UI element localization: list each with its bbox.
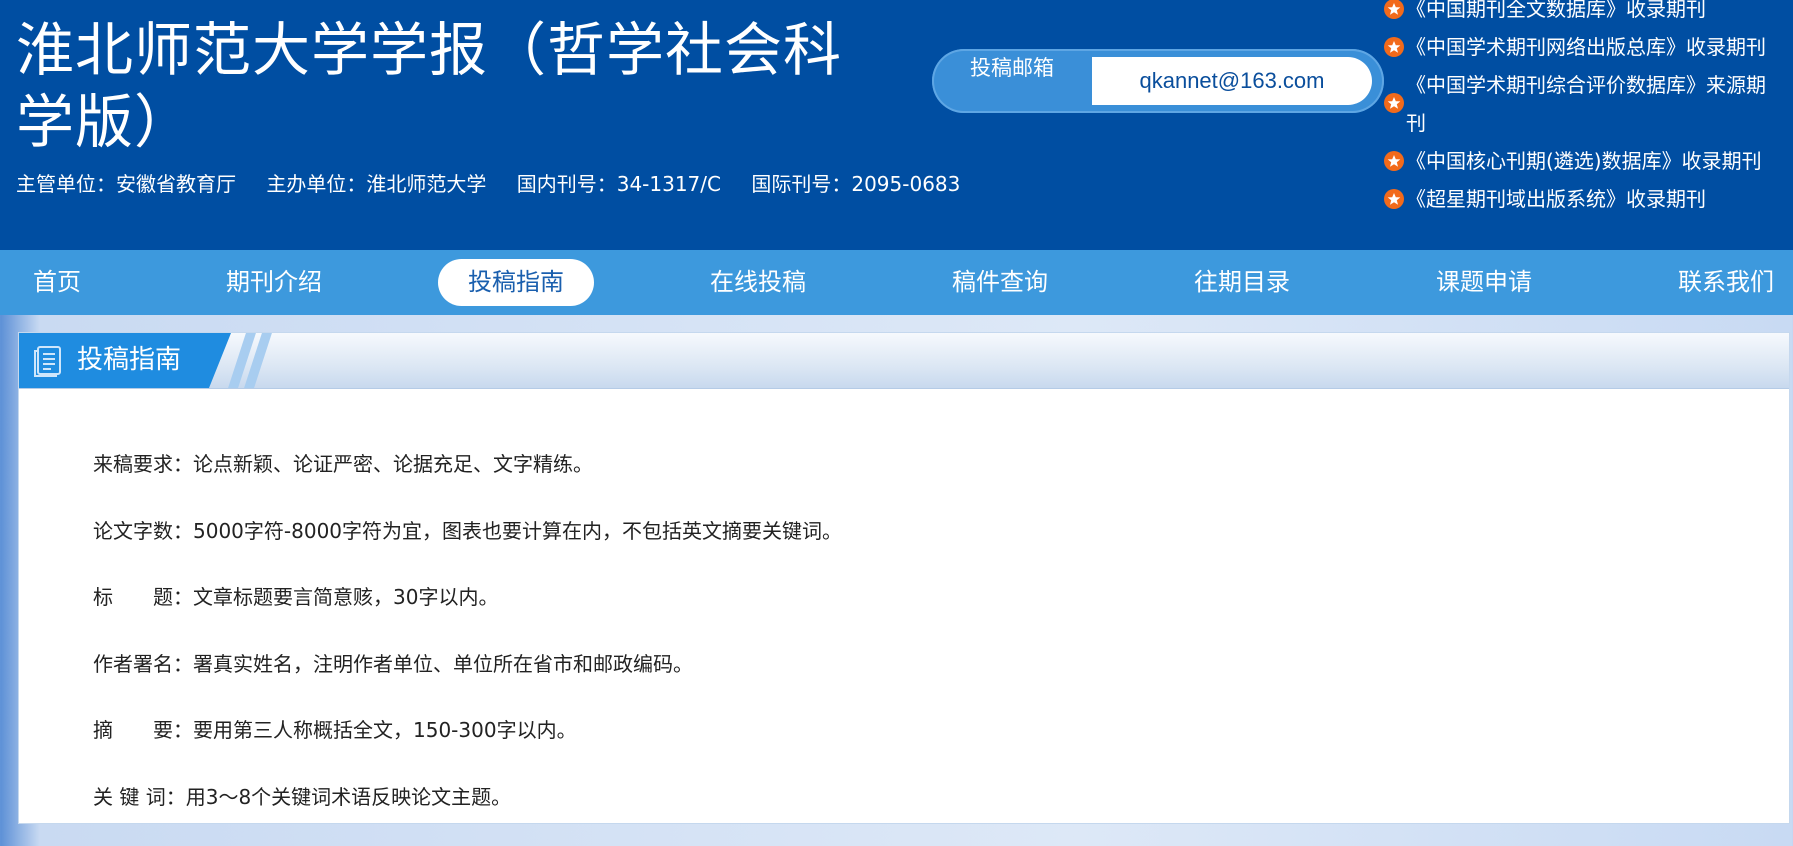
index-list: 《中国期刊全文数据库》收录期刊 《中国学术期刊网络出版总库》收录期刊 《中国学术… [1384, 0, 1784, 218]
index-item-label: 《中国期刊全文数据库》收录期刊 [1406, 0, 1706, 21]
guide-item-text: 用3～8个关键词术语反映论文主题。 [186, 785, 511, 809]
guide-item-label: 来稿要求： [93, 447, 193, 481]
star-icon [1384, 0, 1404, 19]
guide-item: 来稿要求：论点新颖、论证严密、论据充足、文字精练。 [93, 447, 842, 514]
panel-header: 投稿指南 [19, 333, 1789, 389]
star-icon [1384, 93, 1404, 113]
submit-email-address[interactable]: qkannet@163.com [1092, 57, 1372, 105]
index-item-label: 《中国核心刊期(遴选)数据库》收录期刊 [1406, 149, 1762, 173]
guide-item-label: 作者署名： [93, 647, 193, 681]
guide-item-text: 署真实姓名，注明作者单位、单位所在省市和邮政编码。 [193, 652, 693, 676]
meta-issn: 国际刊号：2095-0683 [751, 172, 960, 196]
guide-item: 作者署名：署真实姓名，注明作者单位、单位所在省市和邮政编码。 [93, 647, 842, 714]
document-icon [33, 345, 63, 377]
nav-item-submit[interactable]: 在线投稿 [702, 259, 814, 306]
index-item-label: 《中国学术期刊网络出版总库》收录期刊 [1406, 35, 1766, 59]
guide-item-label: 关 键 词： [93, 780, 186, 814]
site-header: 淮北师范大学学报（哲学社会科学版） 主管单位：安徽省教育厅 主办单位：淮北师范大… [0, 0, 1793, 250]
nav-item-archive[interactable]: 往期目录 [1186, 259, 1298, 306]
guide-item: 摘 要：要用第三人称概括全文，150-300字以内。 [93, 713, 842, 780]
meta-supervisor: 主管单位：安徽省教育厅 [16, 172, 236, 196]
index-item: 《超星期刊域出版系统》收录期刊 [1384, 180, 1784, 218]
meta-sponsor: 主办单位：淮北师范大学 [266, 172, 486, 196]
panel-tab: 投稿指南 [19, 333, 209, 388]
star-icon [1384, 151, 1404, 171]
guide-item: 关 键 词：用3～8个关键词术语反映论文主题。 [93, 780, 842, 846]
nav-item-contact[interactable]: 联系我们 [1670, 259, 1782, 306]
guide-item-label: 摘 要： [93, 713, 193, 747]
index-item: 《中国学术期刊网络出版总库》收录期刊 [1384, 28, 1784, 66]
nav-item-project[interactable]: 课题申请 [1428, 259, 1540, 306]
guide-item: 论文字数：5000字符-8000字符为宜，图表也要计算在内，不包括英文摘要关键词… [93, 514, 842, 581]
index-item: 《中国期刊全文数据库》收录期刊 [1384, 0, 1784, 28]
nav-item-home[interactable]: 首页 [24, 259, 90, 306]
guide-item-label: 论文字数： [93, 514, 193, 548]
index-item: 《中国核心刊期(遴选)数据库》收录期刊 [1384, 142, 1784, 180]
submit-email-label: 投稿邮箱 [970, 55, 1060, 82]
panel-title: 投稿指南 [77, 333, 181, 388]
nav-item-about[interactable]: 期刊介绍 [218, 259, 330, 306]
guide-panel: 投稿指南 来稿要求：论点新颖、论证严密、论据充足、文字精练。 论文字数：5000… [18, 332, 1790, 824]
site-meta: 主管单位：安徽省教育厅 主办单位：淮北师范大学 国内刊号：34-1317/C 国… [16, 168, 984, 197]
star-icon [1384, 37, 1404, 57]
index-item-label: 《超星期刊域出版系统》收录期刊 [1406, 187, 1706, 211]
index-item: 《中国学术期刊综合评价数据库》来源期刊 [1384, 66, 1784, 142]
site-title: 淮北师范大学学报（哲学社会科学版） [16, 14, 846, 158]
submit-email-box: 投稿邮箱 qkannet@163.com [932, 49, 1384, 113]
guide-item-text: 要用第三人称概括全文，150-300字以内。 [193, 718, 577, 742]
guide-item-text: 文章标题要言简意赅，30字以内。 [193, 585, 498, 609]
guide-item-text: 5000字符-8000字符为宜，图表也要计算在内，不包括英文摘要关键词。 [193, 519, 842, 543]
main-nav: 首页 期刊介绍 投稿指南 在线投稿 稿件查询 往期目录 课题申请 联系我们 [0, 250, 1793, 315]
guide-item-label: 标 题： [93, 580, 193, 614]
nav-item-query[interactable]: 稿件查询 [944, 259, 1056, 306]
meta-cn-number: 国内刊号：34-1317/C [517, 172, 721, 196]
nav-item-guide[interactable]: 投稿指南 [438, 259, 594, 306]
guide-list: 来稿要求：论点新颖、论证严密、论据充足、文字精练。 论文字数：5000字符-80… [93, 447, 842, 846]
star-icon [1384, 189, 1404, 209]
guide-item: 标 题：文章标题要言简意赅，30字以内。 [93, 580, 842, 647]
index-item-label: 《中国学术期刊综合评价数据库》来源期刊 [1406, 73, 1766, 135]
guide-item-text: 论点新颖、论证严密、论据充足、文字精练。 [193, 452, 593, 476]
